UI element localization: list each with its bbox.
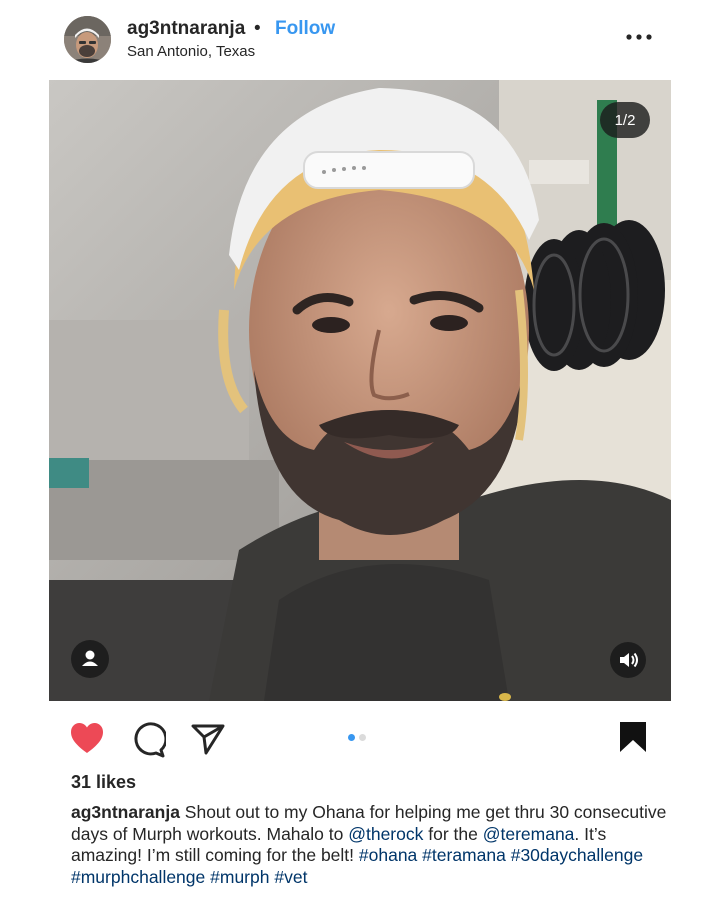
mention-link[interactable]: @therock xyxy=(348,824,423,844)
carousel-dot-active xyxy=(348,734,355,741)
caption-username[interactable]: ag3ntnaranja xyxy=(71,802,180,822)
hashtag-link[interactable]: #teramana xyxy=(422,845,506,865)
post-location[interactable]: San Antonio, Texas xyxy=(127,43,255,60)
hashtag-link[interactable]: #murphchallenge xyxy=(71,867,205,887)
separator-dot: • xyxy=(254,18,261,39)
likes-count[interactable]: 31 likes xyxy=(71,772,136,793)
hashtag-link[interactable]: #murph xyxy=(210,867,269,887)
post-header: ag3ntnaranja • Follow San Antonio, Texas xyxy=(0,0,720,80)
post-caption: ag3ntnaranja Shout out to my Ohana for h… xyxy=(71,802,671,888)
user-tag-icon[interactable] xyxy=(71,640,109,678)
hashtag-link[interactable]: #vet xyxy=(274,867,307,887)
more-options-icon[interactable] xyxy=(624,26,654,48)
follow-button[interactable]: Follow xyxy=(275,18,335,40)
media-counter: 1/2 xyxy=(600,102,650,138)
video-frame xyxy=(49,80,671,701)
hashtag-link[interactable]: #ohana xyxy=(359,845,417,865)
mention-link[interactable]: @teremana xyxy=(483,824,575,844)
post-username[interactable]: ag3ntnaranja xyxy=(127,18,245,40)
hashtag-link[interactable]: #30daychallenge xyxy=(511,845,643,865)
comment-icon[interactable] xyxy=(130,722,168,763)
avatar-image xyxy=(64,16,111,63)
post-media-video[interactable]: 1/2 xyxy=(49,80,671,701)
bookmark-icon[interactable] xyxy=(619,721,647,758)
heart-icon[interactable] xyxy=(69,721,105,760)
send-icon[interactable] xyxy=(191,722,225,761)
caption-text: for the xyxy=(423,823,483,844)
avatar[interactable] xyxy=(64,16,111,63)
volume-icon[interactable] xyxy=(610,642,646,678)
carousel-indicator xyxy=(348,734,366,741)
carousel-dot xyxy=(359,734,366,741)
